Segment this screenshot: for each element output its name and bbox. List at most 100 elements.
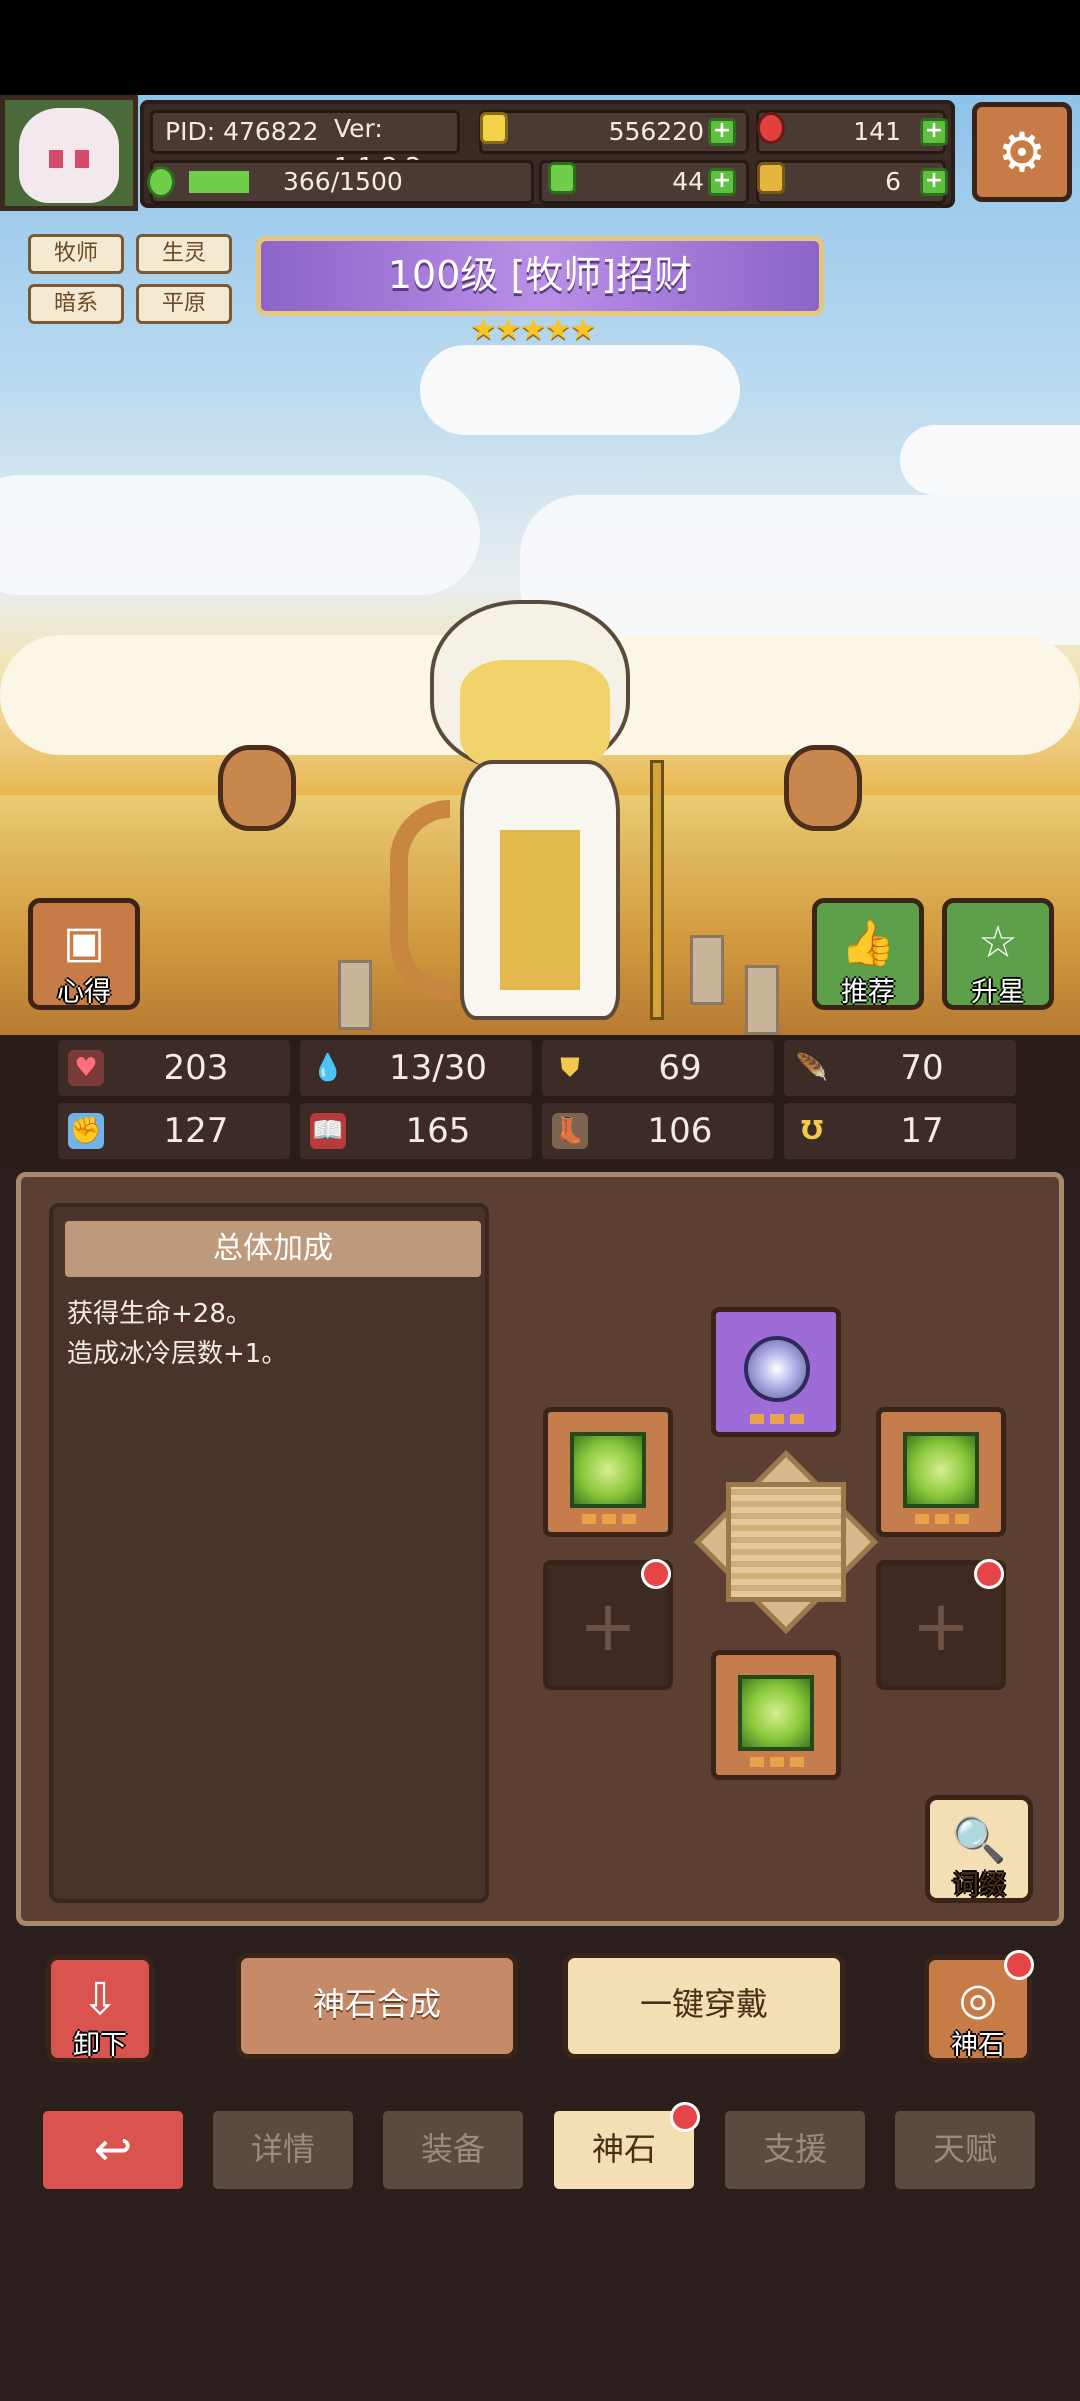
notification-dot	[670, 2102, 700, 2132]
godstone-icon: ◎	[958, 1974, 998, 2025]
back-arrow-icon: ↩	[93, 2122, 133, 2176]
tab-support-label: 支援	[762, 2130, 827, 2168]
stat-mana: 💧 13/30	[300, 1040, 532, 1096]
notification-dot	[1004, 1950, 1034, 1980]
grave-marker	[690, 935, 724, 1005]
affix-button[interactable]: 🔍 词缀	[925, 1795, 1033, 1903]
stat-magic: 📖 165	[300, 1103, 532, 1159]
godstone-panel: 总体加成 获得生命+28。 造成冰冷层数+1。 + + 🔍 词缀	[16, 1172, 1064, 1926]
water-drop-icon: 💧	[311, 1053, 345, 1083]
tag-race[interactable]: 生灵	[136, 234, 232, 274]
cloud	[0, 475, 480, 595]
crystal-orb-icon	[744, 1336, 810, 1402]
red-gem-icon	[757, 112, 785, 144]
gem-slot-top[interactable]	[711, 1307, 841, 1437]
clover-plus-icon[interactable]: +	[708, 168, 736, 196]
unequip-button[interactable]: ⇩ 卸下	[46, 1955, 154, 2063]
clover-icon	[548, 162, 576, 194]
book-icon: 📖	[310, 1113, 346, 1149]
tab-equipment[interactable]: 装备	[378, 2106, 528, 2194]
hero-title-banner: 100级 [牧师]招财	[256, 236, 824, 316]
hero-title: 100级 [牧师]招财	[387, 253, 693, 297]
rotate-right-rune[interactable]	[784, 745, 862, 831]
hero-sprite[interactable]	[430, 600, 670, 1030]
tab-details-label: 详情	[250, 2130, 315, 2168]
tag-element[interactable]: 暗系	[28, 284, 124, 324]
synthesize-label: 神石合成	[312, 1985, 441, 2023]
unequip-label: 卸下	[73, 2030, 127, 2061]
green-gem-icon	[738, 1675, 814, 1751]
synthesize-button[interactable]: 神石合成	[236, 1953, 518, 2059]
stat-luck: Ʊ 17	[784, 1103, 1016, 1159]
tab-talent-label: 天赋	[932, 2130, 997, 2168]
energy-fill	[189, 171, 249, 193]
magnifier-icon: 🔍	[951, 1815, 1007, 1866]
gem-slot-left[interactable]	[543, 1407, 673, 1537]
hero-belt	[500, 830, 580, 990]
stat-strength-value: 127	[163, 1111, 229, 1151]
cloud	[420, 345, 740, 435]
tab-details[interactable]: 详情	[208, 2106, 358, 2194]
tab-talent[interactable]: 天赋	[890, 2106, 1040, 2194]
rotate-left-rune[interactable]	[218, 745, 296, 831]
arrow-down-icon: ⇩	[81, 1974, 119, 2025]
hero-staff	[650, 760, 664, 1020]
clover-text: 44	[672, 167, 704, 196]
slot-level-pips	[582, 1514, 638, 1524]
slot-level-pips	[750, 1757, 806, 1767]
boot-icon: 👢	[552, 1113, 588, 1149]
equip-all-label: 一键穿戴	[639, 1985, 768, 2023]
key-icon	[757, 162, 785, 194]
bonus-line: 造成冰冷层数+1。	[67, 1339, 288, 1369]
stat-strength: ✊ 127	[58, 1103, 290, 1159]
star-up-button[interactable]: ☆ 升星	[942, 898, 1054, 1010]
equip-all-button[interactable]: 一键穿戴	[563, 1953, 845, 2059]
pid-text: PID: 476822	[165, 117, 319, 146]
green-gem-icon	[903, 1432, 979, 1508]
slot-level-pips	[915, 1514, 971, 1524]
bonus-title: 总体加成	[65, 1221, 481, 1277]
stats-panel: ♥ 203 💧 13/30 ⛊ 69 🪶 70 ✊ 127 📖 165 👢 10…	[0, 1035, 1080, 1170]
key-text: 6	[885, 167, 901, 196]
avatar-face	[19, 108, 119, 203]
gem-slot-bottom[interactable]	[711, 1650, 841, 1780]
key-plus-icon[interactable]: +	[920, 168, 948, 196]
version-label: Ver: 1.1.2.2	[330, 110, 460, 181]
star-up-label: 升星	[971, 977, 1025, 1008]
recommend-label: 推荐	[841, 977, 895, 1008]
stat-speed-value: 70	[900, 1048, 944, 1088]
gold-coin-icon	[480, 112, 508, 144]
insight-button[interactable]: ▣ 心得	[28, 898, 140, 1010]
gem-plus-icon[interactable]: +	[920, 118, 948, 146]
plus-icon: +	[911, 1585, 971, 1667]
stat-luck-value: 17	[900, 1111, 944, 1151]
gold-text: 556220	[608, 117, 704, 146]
gem-slot-right[interactable]	[876, 1407, 1006, 1537]
status-bar	[0, 0, 1080, 95]
notification-dot	[974, 1559, 1004, 1589]
energy-bar: 366/1500	[150, 160, 534, 204]
gem-text: 141	[853, 117, 901, 146]
grave-marker	[745, 965, 779, 1035]
godstone-label: 神石	[951, 2030, 1005, 2061]
tag-terrain[interactable]: 平原	[136, 284, 232, 324]
star-icon: ☆	[978, 917, 1018, 968]
player-avatar[interactable]	[0, 95, 138, 211]
tab-support[interactable]: 支援	[720, 2106, 870, 2194]
slot-level-pips	[750, 1414, 806, 1424]
tab-godstone-label: 神石	[591, 2130, 656, 2168]
notification-dot	[641, 1559, 671, 1589]
bonus-card: 总体加成 获得生命+28。 造成冰冷层数+1。	[49, 1203, 489, 1903]
stat-hp: ♥ 203	[58, 1040, 290, 1096]
tag-class[interactable]: 牧师	[28, 234, 124, 274]
settings-gear-icon[interactable]: ⚙	[972, 102, 1072, 202]
feather-icon: 🪶	[795, 1053, 829, 1083]
fist-icon: ✊	[68, 1113, 104, 1149]
stat-defense-value: 69	[658, 1048, 702, 1088]
stat-hp-value: 203	[163, 1048, 229, 1088]
recommend-button[interactable]: 👍 推荐	[812, 898, 924, 1010]
back-button[interactable]: ↩	[38, 2106, 188, 2194]
gold-plus-icon[interactable]: +	[708, 118, 736, 146]
tab-equipment-label: 装备	[420, 2130, 485, 2168]
stat-defense: ⛊ 69	[542, 1040, 774, 1096]
